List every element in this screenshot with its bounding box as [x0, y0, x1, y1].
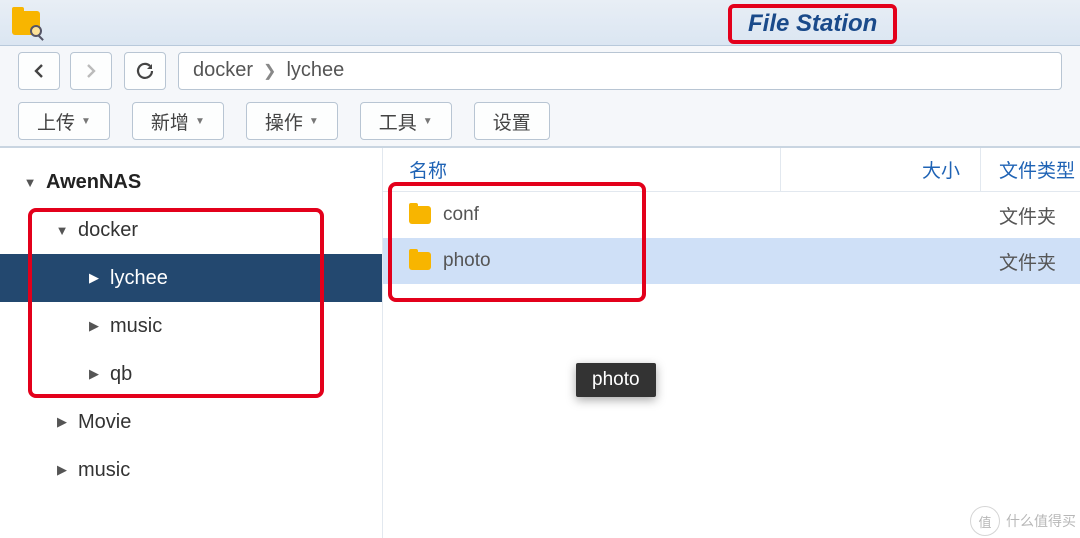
- caret-down-icon: ▼: [54, 223, 70, 238]
- tree-root[interactable]: ▼ AwenNAS: [0, 158, 382, 206]
- tree-item-movie[interactable]: ▶ Movie: [0, 398, 382, 446]
- refresh-icon: [135, 61, 155, 81]
- chevron-right-icon: [85, 63, 97, 79]
- folder-tree-sidebar: ▼ AwenNAS ▼ docker ▶ lychee ▶ music ▶ qb…: [0, 148, 382, 538]
- caret-down-icon: ▼: [22, 175, 38, 190]
- file-type: 文件夹: [981, 192, 1080, 238]
- caret-down-icon: ▼: [195, 116, 205, 127]
- watermark: 值 什么值得买: [970, 506, 1076, 536]
- app-icon: [12, 11, 40, 35]
- caret-right-icon: ▶: [86, 318, 102, 334]
- folder-icon: [409, 206, 431, 224]
- watermark-badge: 值: [970, 506, 1000, 536]
- chevron-right-icon: ❯: [263, 61, 276, 81]
- tree-item-music[interactable]: ▶ music: [0, 302, 382, 350]
- action-button[interactable]: 操作▼: [246, 102, 338, 140]
- caret-down-icon: ▼: [309, 116, 319, 127]
- column-header-type[interactable]: 文件类型: [981, 148, 1080, 191]
- breadcrumb[interactable]: docker ❯ lychee: [178, 52, 1062, 90]
- upload-button[interactable]: 上传▼: [18, 102, 110, 140]
- caret-right-icon: ▶: [86, 270, 102, 286]
- tooltip: photo: [576, 363, 656, 397]
- caret-right-icon: ▶: [86, 366, 102, 382]
- forward-button[interactable]: [70, 52, 112, 90]
- column-header-name[interactable]: 名称: [383, 148, 781, 191]
- file-list-pane: 名称 大小 文件类型 conf 文件夹 photo 文件夹: [382, 148, 1080, 538]
- caret-down-icon: ▼: [81, 116, 91, 127]
- folder-icon: [409, 252, 431, 270]
- refresh-button[interactable]: [124, 52, 166, 90]
- breadcrumb-segment[interactable]: docker: [193, 59, 253, 82]
- tree-item-qb[interactable]: ▶ qb: [0, 350, 382, 398]
- tree-item-lychee[interactable]: ▶ lychee: [0, 254, 382, 302]
- file-name: conf: [443, 204, 479, 226]
- title-bar: File Station: [0, 0, 1080, 46]
- app-title: File Station: [728, 4, 897, 44]
- column-header-row: 名称 大小 文件类型: [383, 148, 1080, 192]
- file-type: 文件夹: [981, 238, 1080, 284]
- main-pane: ▼ AwenNAS ▼ docker ▶ lychee ▶ music ▶ qb…: [0, 148, 1080, 538]
- column-header-size[interactable]: 大小: [781, 148, 981, 191]
- file-row[interactable]: photo 文件夹: [383, 238, 1080, 284]
- navigation-bar: docker ❯ lychee: [0, 46, 1080, 96]
- breadcrumb-segment[interactable]: lychee: [286, 59, 344, 82]
- action-toolbar: 上传▼ 新增▼ 操作▼ 工具▼ 设置: [0, 96, 1080, 148]
- new-button[interactable]: 新增▼: [132, 102, 224, 140]
- file-row[interactable]: conf 文件夹: [383, 192, 1080, 238]
- caret-right-icon: ▶: [54, 414, 70, 430]
- tree-item-music-root[interactable]: ▶ music: [0, 446, 382, 494]
- back-button[interactable]: [18, 52, 60, 90]
- tools-button[interactable]: 工具▼: [360, 102, 452, 140]
- file-name: photo: [443, 250, 491, 272]
- chevron-left-icon: [33, 63, 45, 79]
- caret-right-icon: ▶: [54, 462, 70, 478]
- tree-item-docker[interactable]: ▼ docker: [0, 206, 382, 254]
- settings-button[interactable]: 设置: [474, 102, 550, 140]
- watermark-text: 什么值得买: [1006, 511, 1076, 531]
- caret-down-icon: ▼: [423, 116, 433, 127]
